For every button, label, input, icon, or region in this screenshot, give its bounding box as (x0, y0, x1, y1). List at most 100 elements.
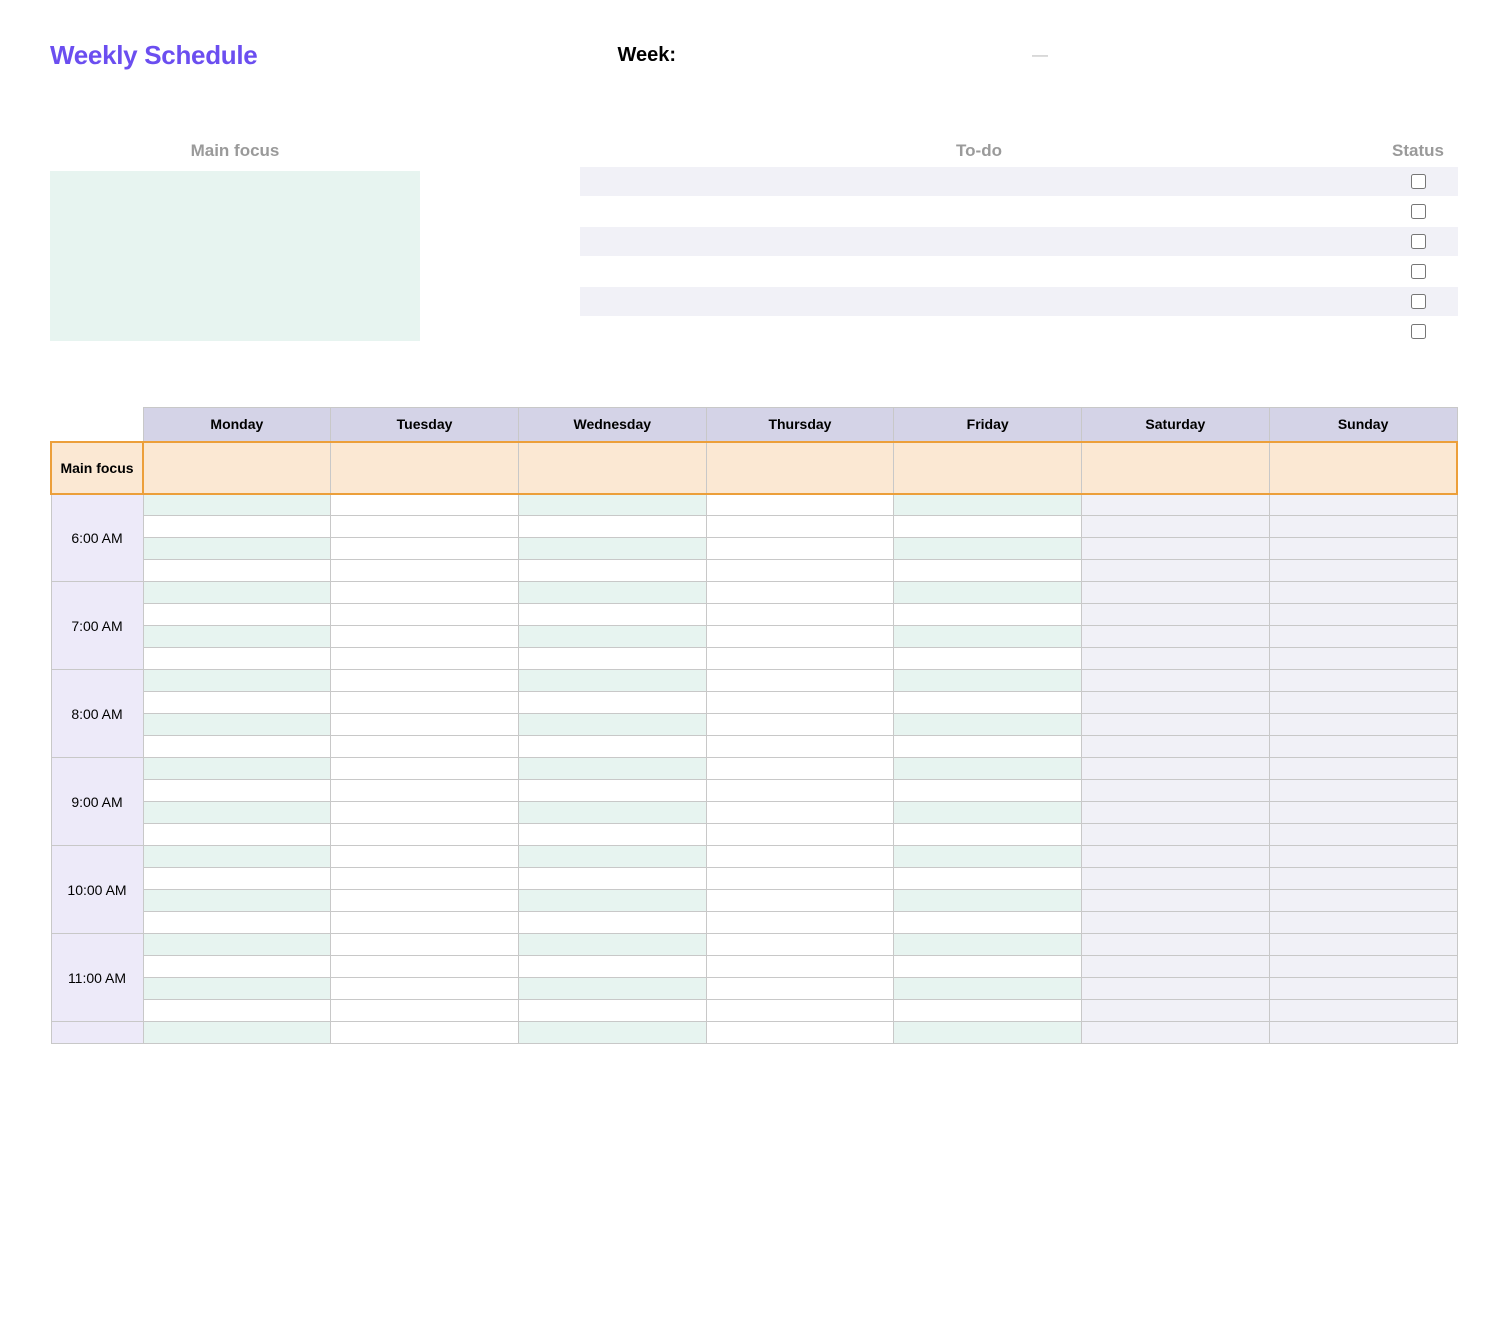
schedule-cell[interactable] (518, 516, 706, 538)
schedule-cell[interactable] (331, 846, 519, 868)
schedule-cell[interactable] (706, 670, 894, 692)
schedule-cell[interactable] (1082, 582, 1270, 604)
schedule-cell-input[interactable] (519, 978, 706, 999)
schedule-cell-input[interactable] (144, 626, 331, 647)
schedule-cell-input[interactable] (1270, 1000, 1457, 1021)
schedule-cell-input[interactable] (1082, 780, 1269, 801)
schedule-cell-input[interactable] (144, 978, 331, 999)
schedule-cell[interactable] (143, 890, 331, 912)
schedule-cell-input[interactable] (1082, 978, 1269, 999)
schedule-cell[interactable] (1082, 1000, 1270, 1022)
schedule-cell-input[interactable] (1270, 956, 1457, 977)
schedule-cell-input[interactable] (1082, 1000, 1269, 1021)
schedule-cell-input[interactable] (144, 802, 331, 823)
schedule-cell-input[interactable] (331, 538, 518, 559)
schedule-cell-input[interactable] (144, 824, 331, 845)
day-focus-cell[interactable] (894, 442, 1082, 494)
schedule-cell-input[interactable] (519, 824, 706, 845)
schedule-cell[interactable] (143, 1000, 331, 1022)
main-focus-textarea[interactable] (50, 171, 420, 341)
schedule-cell[interactable] (143, 626, 331, 648)
schedule-cell-input[interactable] (331, 692, 518, 713)
day-focus-input[interactable] (1082, 443, 1269, 493)
schedule-cell-input[interactable] (894, 802, 1081, 823)
schedule-cell-input[interactable] (331, 978, 518, 999)
schedule-cell[interactable] (518, 736, 706, 758)
schedule-cell-input[interactable] (331, 758, 518, 779)
schedule-cell[interactable] (1269, 802, 1457, 824)
schedule-cell-input[interactable] (894, 495, 1081, 516)
schedule-cell[interactable] (1269, 604, 1457, 626)
schedule-cell[interactable] (894, 1022, 1082, 1044)
schedule-cell[interactable] (518, 868, 706, 890)
schedule-cell-input[interactable] (1082, 824, 1269, 845)
schedule-cell-input[interactable] (1082, 560, 1269, 581)
schedule-cell[interactable] (706, 692, 894, 714)
schedule-cell-input[interactable] (519, 560, 706, 581)
schedule-cell-input[interactable] (894, 824, 1081, 845)
schedule-cell[interactable] (1082, 868, 1270, 890)
schedule-cell-input[interactable] (144, 516, 331, 537)
schedule-cell[interactable] (143, 868, 331, 890)
schedule-cell-input[interactable] (144, 648, 331, 669)
schedule-cell[interactable] (894, 868, 1082, 890)
schedule-cell[interactable] (894, 890, 1082, 912)
schedule-cell[interactable] (1082, 824, 1270, 846)
schedule-cell-input[interactable] (519, 802, 706, 823)
todo-status-checkbox[interactable] (1411, 204, 1426, 219)
schedule-cell-input[interactable] (144, 1000, 331, 1021)
schedule-cell[interactable] (894, 736, 1082, 758)
schedule-cell[interactable] (706, 714, 894, 736)
schedule-cell[interactable] (894, 978, 1082, 1000)
schedule-cell-input[interactable] (519, 934, 706, 955)
day-focus-cell[interactable] (331, 442, 519, 494)
todo-text-input[interactable] (580, 320, 1378, 344)
schedule-cell[interactable] (1082, 626, 1270, 648)
schedule-cell-input[interactable] (1270, 582, 1457, 603)
schedule-cell[interactable] (518, 802, 706, 824)
schedule-cell[interactable] (143, 714, 331, 736)
schedule-cell-input[interactable] (707, 846, 894, 867)
schedule-cell-input[interactable] (894, 956, 1081, 977)
schedule-cell[interactable] (1082, 560, 1270, 582)
schedule-cell-input[interactable] (331, 560, 518, 581)
schedule-cell[interactable] (518, 780, 706, 802)
schedule-cell-input[interactable] (331, 1000, 518, 1021)
schedule-cell-input[interactable] (1082, 604, 1269, 625)
schedule-cell[interactable] (1269, 824, 1457, 846)
schedule-cell[interactable] (1082, 494, 1270, 516)
todo-text-input[interactable] (580, 260, 1378, 284)
schedule-cell[interactable] (143, 648, 331, 670)
schedule-cell-input[interactable] (331, 736, 518, 757)
schedule-cell-input[interactable] (707, 495, 894, 516)
schedule-cell[interactable] (331, 978, 519, 1000)
todo-text-input[interactable] (580, 290, 1378, 314)
schedule-cell-input[interactable] (707, 648, 894, 669)
schedule-cell-input[interactable] (519, 758, 706, 779)
schedule-cell[interactable] (518, 1000, 706, 1022)
schedule-cell[interactable] (1269, 670, 1457, 692)
day-focus-input[interactable] (144, 443, 330, 493)
schedule-cell-input[interactable] (894, 1000, 1081, 1021)
schedule-cell-input[interactable] (894, 758, 1081, 779)
schedule-cell[interactable] (1082, 890, 1270, 912)
schedule-cell[interactable] (1082, 758, 1270, 780)
schedule-cell-input[interactable] (144, 560, 331, 581)
schedule-cell[interactable] (706, 1000, 894, 1022)
schedule-cell-input[interactable] (331, 956, 518, 977)
schedule-cell[interactable] (1269, 626, 1457, 648)
schedule-cell-input[interactable] (707, 758, 894, 779)
schedule-cell[interactable] (331, 934, 519, 956)
day-focus-cell[interactable] (1269, 442, 1457, 494)
day-focus-cell[interactable] (143, 442, 331, 494)
schedule-cell[interactable] (706, 802, 894, 824)
week-end-input[interactable] (1064, 41, 1264, 71)
schedule-cell-input[interactable] (707, 978, 894, 999)
schedule-cell-input[interactable] (331, 824, 518, 845)
schedule-cell-input[interactable] (707, 956, 894, 977)
todo-text-input[interactable] (580, 170, 1378, 194)
schedule-cell-input[interactable] (1270, 758, 1457, 779)
schedule-cell-input[interactable] (331, 714, 518, 735)
schedule-cell[interactable] (706, 868, 894, 890)
schedule-cell[interactable] (518, 582, 706, 604)
